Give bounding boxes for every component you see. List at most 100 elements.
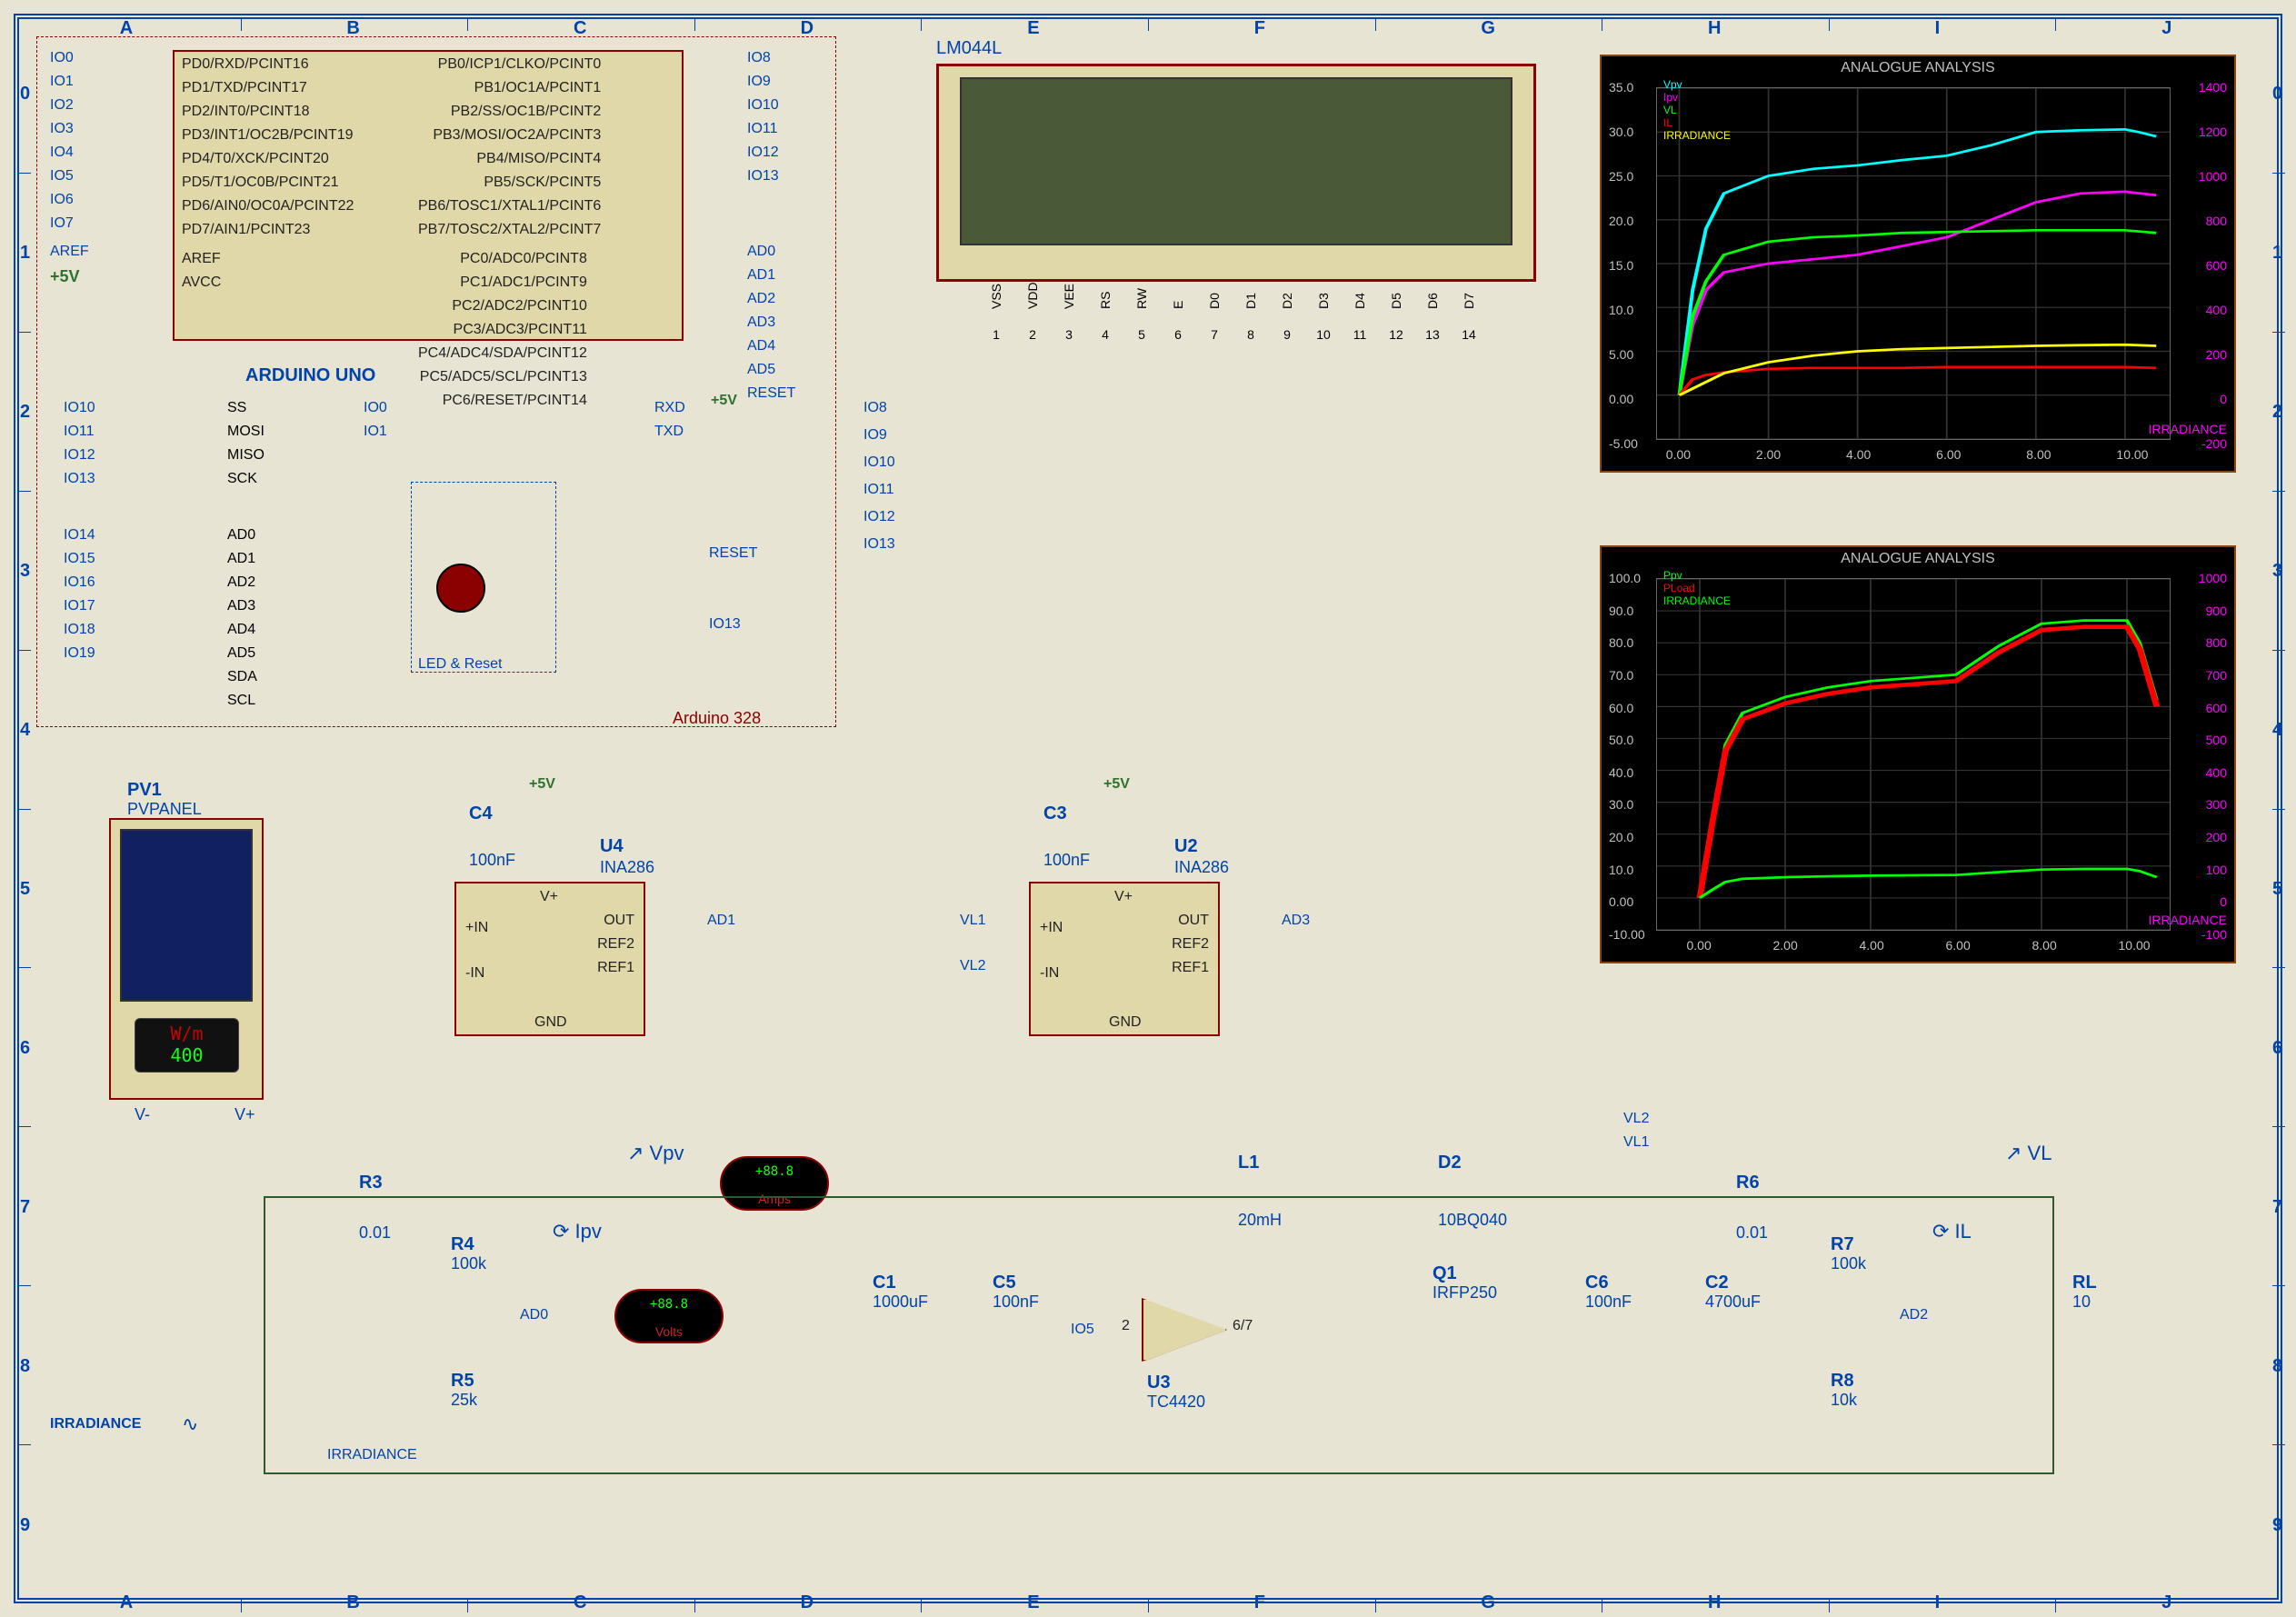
uart-group: IO0RXDIO1TXD	[364, 400, 418, 447]
chart-top[interactable]: ANALOGUE ANALYSIS -5.000.005.0010.015.02…	[1600, 55, 2236, 473]
r6-val: 0.01	[1736, 1223, 1768, 1243]
col-label-J: J	[2161, 18, 2171, 39]
row-label-1: 1	[2272, 243, 2282, 264]
col-label-D: D	[801, 1592, 814, 1613]
pv-meter[interactable]: W/m 400	[135, 1018, 239, 1073]
col-label-A: A	[120, 1592, 133, 1613]
rl-name: RL	[2072, 1273, 2097, 1293]
u4-out-net: AD1	[707, 913, 735, 929]
r4-val: 100k	[451, 1254, 486, 1273]
lcd-pin-nums: 1234567891011121314	[978, 327, 1487, 344]
col-label-I: I	[1935, 18, 1941, 39]
ad2-net: AD2	[1900, 1307, 1928, 1323]
pv-name: PV1	[127, 780, 162, 801]
ammeter[interactable]: +88.8 Amps	[720, 1156, 829, 1211]
volts-label: Volts	[616, 1318, 722, 1345]
u2-gnd: GND	[1109, 1014, 1142, 1031]
row-label-0: 0	[20, 84, 30, 105]
c1-name: C1	[873, 1273, 896, 1293]
col-label-E: E	[1027, 1592, 1039, 1613]
ground-rail	[264, 1472, 2054, 1474]
pv-return	[264, 1196, 265, 1472]
r5-name: R5	[451, 1371, 474, 1392]
row-label-0: 0	[2272, 84, 2282, 105]
pv-wm2-label: W/m	[135, 1023, 238, 1044]
row-label-3: 3	[2272, 561, 2282, 582]
col-label-A: A	[120, 18, 133, 39]
u2-ref1: REF1	[1172, 960, 1209, 976]
row-label-8: 8	[2272, 1356, 2282, 1377]
vpv-probe: ↗ Vpv	[627, 1142, 684, 1165]
c3-name: C3	[1043, 804, 1067, 824]
row-label-5: 5	[20, 879, 30, 900]
ad0-net: AD0	[520, 1307, 548, 1323]
q1-val: IRFP250	[1433, 1283, 1497, 1303]
io-left-list: IO0IO1IO2IO3IO4IO5IO6IO7	[50, 50, 74, 239]
u2-ref2: REF2	[1172, 936, 1209, 953]
lcd-pin-row: VSSVDDVEERSRWED0D1D2D3D4D5D6D7	[978, 284, 1487, 300]
chart-top-title: ANALOGUE ANALYSIS	[1602, 56, 2234, 76]
row-label-3: 3	[20, 561, 30, 582]
p5v-top: +5V	[711, 393, 737, 409]
u2-ina286: V+ +IN -IN OUT REF2 REF1 GND	[1029, 882, 1220, 1036]
col-label-F: F	[1254, 1592, 1265, 1613]
vl2-net: VL2	[1623, 1111, 1649, 1127]
pv-type: PVPANEL	[127, 800, 202, 819]
u3-pin-in: 2	[1122, 1318, 1130, 1334]
u2-out: OUT	[1178, 913, 1209, 929]
col-label-D: D	[801, 18, 814, 39]
row-label-7: 7	[2272, 1197, 2282, 1218]
chart-bottom-plot	[1656, 578, 2171, 931]
u3-net-in: IO5	[1071, 1322, 1094, 1338]
u2-vplus: V+	[1114, 889, 1133, 905]
u4-ina286: V+ +IN -IN OUT REF2 REF1 GND	[454, 882, 645, 1036]
r8-name: R8	[1831, 1371, 1854, 1392]
row-label-2: 2	[2272, 402, 2282, 423]
chart-bottom[interactable]: ANALOGUE ANALYSIS -10.000.0010.020.030.0…	[1600, 545, 2236, 963]
r5-val: 25k	[451, 1391, 477, 1410]
ipv-probe: ⟳ Ipv	[553, 1220, 602, 1243]
col-label-F: F	[1254, 18, 1265, 39]
r7-name: R7	[1831, 1234, 1854, 1255]
r8-val: 10k	[1831, 1391, 1857, 1410]
c4-name: C4	[469, 804, 493, 824]
row-label-6: 6	[20, 1038, 30, 1059]
lcd-io-nets: IO8IO9IO10IO11IO12IO13	[863, 400, 895, 564]
u4-type: INA286	[600, 858, 654, 877]
row-label-9: 9	[20, 1515, 30, 1536]
row-label-4: 4	[20, 720, 30, 741]
d2-name: D2	[1438, 1153, 1462, 1173]
c6-name: C6	[1585, 1273, 1609, 1293]
u3-pin-out: 6/7	[1233, 1318, 1253, 1334]
u2-name: U2	[1174, 836, 1198, 857]
irradiance-port: IRRADIANCE	[50, 1416, 141, 1432]
right-axis-label: IRRADIANCE	[2149, 422, 2227, 436]
u3-val: TC4420	[1147, 1392, 1205, 1412]
pv-vplus: V+	[235, 1105, 255, 1124]
u4-ref1: REF1	[597, 960, 634, 976]
col-label-E: E	[1027, 18, 1039, 39]
chart-top-plot	[1656, 87, 2171, 440]
top-rail	[264, 1196, 2054, 1198]
row-label-1: 1	[20, 243, 30, 264]
col-label-H: H	[1708, 18, 1721, 39]
q1-name: Q1	[1433, 1263, 1457, 1284]
voltmeter[interactable]: +88.8 Volts	[614, 1289, 724, 1343]
col-label-G: G	[1481, 1592, 1495, 1613]
chart-legend: VpvIpvVLILIRRADIANCE	[1663, 78, 1731, 142]
led-reset-box	[411, 482, 556, 673]
col-label-G: G	[1481, 18, 1495, 39]
ad-right-list: AD0AD1AD2AD3AD4AD5RESET	[747, 244, 795, 409]
r7-val: 100k	[1831, 1254, 1866, 1273]
chart-legend: PpvPLoadIRRADIANCE	[1663, 569, 1731, 607]
irradiance-gnd-label: IRRADIANCE	[327, 1447, 417, 1463]
c5-name: C5	[993, 1273, 1016, 1293]
col-label-I: I	[1935, 1592, 1941, 1613]
u2-out-net: AD3	[1282, 913, 1310, 929]
d2-val: 10BQ040	[1438, 1211, 1507, 1230]
r3-name: R3	[359, 1173, 383, 1193]
p5v-c4: +5V	[529, 776, 555, 793]
row-label-8: 8	[20, 1356, 30, 1377]
row-label-7: 7	[20, 1197, 30, 1218]
u4-name: U4	[600, 836, 624, 857]
